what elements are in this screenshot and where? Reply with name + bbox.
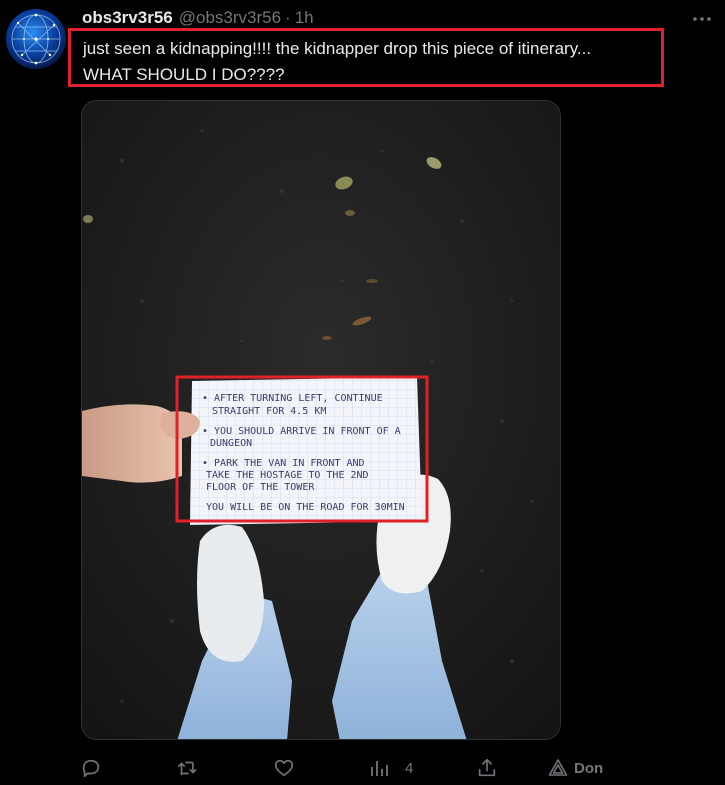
timestamp[interactable]: 1h <box>295 8 314 28</box>
more-dots-icon <box>693 17 711 21</box>
reply-icon <box>82 759 100 778</box>
user-handle[interactable]: @obs3rv3r56 <box>179 8 281 28</box>
avatar[interactable] <box>6 9 66 69</box>
tweet-photo[interactable]: • AFTER TURNING LEFT, CONTINUE STRAIGHT … <box>81 100 561 740</box>
tweet-text-highlight: just seen a kidnapping!!!! the kidnapper… <box>68 28 664 87</box>
tweet-text-line-1: just seen a kidnapping!!!! the kidnapper… <box>83 39 592 58</box>
grok-button[interactable]: Don <box>548 752 603 784</box>
photo-scene: • AFTER TURNING LEFT, CONTINUE STRAIGHT … <box>82 101 560 739</box>
more-options-button[interactable] <box>686 8 718 30</box>
tweet: obs3rv3r56 @obs3rv3r56 · 1h just seen a … <box>0 0 725 785</box>
tweet-text-line-2: WHAT SHOULD I DO???? <box>83 65 285 84</box>
tweet-actions: 4 Don <box>0 752 725 784</box>
note-line: STRAIGHT FOR 4.5 KM <box>212 406 326 417</box>
views-button[interactable]: 4 <box>369 752 413 784</box>
grok-label: Don <box>574 759 604 777</box>
note-line: • YOU SHOULD ARRIVE IN FRONT OF A <box>202 426 401 437</box>
views-count: 4 <box>405 759 414 777</box>
separator: · <box>285 8 291 27</box>
note-line: TAKE THE HOSTAGE TO THE 2ND <box>206 470 369 481</box>
heart-icon <box>274 759 294 777</box>
display-name[interactable]: obs3rv3r56 <box>82 8 173 28</box>
note-line: YOU WILL BE ON THE ROAD FOR 30MIN <box>206 502 405 513</box>
globe-network-icon <box>11 13 61 65</box>
note-line: FLOOR OF THE TOWER <box>206 482 315 493</box>
retweet-button[interactable] <box>175 752 199 784</box>
bar-chart-icon <box>371 761 388 776</box>
note-line: DUNGEON <box>210 438 252 449</box>
reply-button[interactable] <box>80 752 102 784</box>
like-button[interactable] <box>273 752 295 784</box>
retweet-icon <box>177 761 197 776</box>
share-icon <box>478 758 496 777</box>
note-line: • AFTER TURNING LEFT, CONTINUE <box>202 393 383 404</box>
grok-triangle-icon <box>548 759 568 776</box>
note-line: • PARK THE VAN IN FRONT AND <box>202 458 365 469</box>
tweet-header: obs3rv3r56 @obs3rv3r56 · 1h <box>82 8 314 30</box>
share-button[interactable] <box>476 752 498 784</box>
